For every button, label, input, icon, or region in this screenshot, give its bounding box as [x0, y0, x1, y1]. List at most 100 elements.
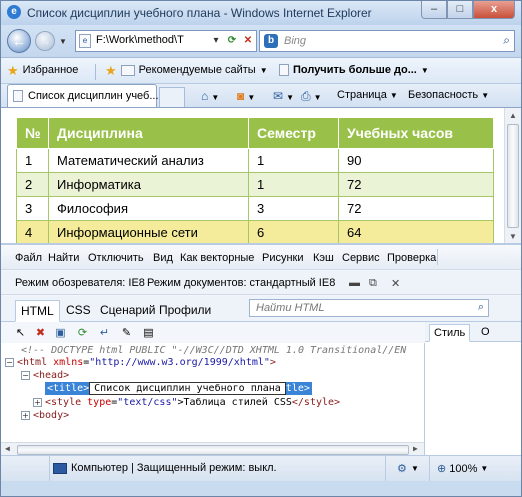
search-icon[interactable]: ⌕	[503, 33, 510, 48]
scroll-up-icon[interactable]: ▲	[508, 111, 518, 120]
scroll-right-icon[interactable]: ▶	[413, 444, 418, 453]
minimize-button[interactable]: –	[421, 1, 447, 19]
browser-mode-selector[interactable]: Режим обозревателя: IE8	[15, 277, 145, 289]
body-tag: <body>	[33, 410, 70, 421]
scroll-left-icon[interactable]: ◀	[5, 444, 10, 453]
home-button[interactable]: ⌂ ▼	[201, 89, 219, 103]
favorites-bar: ★ Избранное ★ Рекомендуемые сайты ▼ Полу…	[1, 57, 521, 83]
search-box[interactable]: b Bing ⌕	[259, 30, 515, 52]
security-zone[interactable]: Компьютер | Защищенный режим: выкл.	[53, 462, 277, 474]
menu-disable[interactable]: Отключить	[88, 252, 144, 264]
address-dropdown-icon[interactable]: ▾	[208, 33, 224, 49]
safety-menu[interactable]: Безопасность ▼	[408, 89, 489, 101]
menu-outline[interactable]: Как векторные	[180, 252, 254, 264]
browser-tab[interactable]: Список дисциплин учеб...	[7, 84, 159, 108]
tree-node-title[interactable]: <title> Список дисциплин учебного плана tl…	[45, 382, 312, 395]
cell-discipline: Философия	[48, 196, 249, 221]
refresh-icon[interactable]: ⟳	[224, 33, 240, 49]
new-tab-button[interactable]	[159, 87, 185, 107]
save-icon[interactable]: ▣	[53, 326, 68, 340]
tree-node-body[interactable]: + <body>	[21, 410, 69, 421]
tab-css[interactable]: CSS	[61, 300, 96, 322]
scrollbar-thumb[interactable]	[507, 124, 519, 228]
scrollbar-thumb[interactable]	[17, 445, 409, 455]
find-html-input[interactable]: Найти HTML	[256, 302, 324, 314]
menu-validate[interactable]: Проверка	[387, 252, 436, 264]
selected-title-node[interactable]: <title> Список дисциплин учебного плана tl…	[45, 382, 312, 395]
menu-view[interactable]: Вид	[153, 252, 173, 264]
tree-node-html[interactable]: − <html xmlns="http://www.w3.org/1999/xht…	[5, 357, 276, 368]
status-divider	[429, 456, 430, 482]
tree-node-doctype[interactable]: <!-- DOCTYPE html PUBLIC "-//W3C//DTD XH…	[21, 345, 406, 356]
dom-page-icon[interactable]: ▤	[141, 326, 156, 340]
history-dropdown-icon[interactable]: ▼	[59, 37, 67, 46]
feeds-button[interactable]: ◙ ▼	[237, 89, 255, 103]
maximize-button[interactable]: □	[447, 1, 473, 19]
scroll-down-icon[interactable]: ▼	[508, 232, 518, 241]
favorites-separator	[95, 64, 96, 80]
tree-node-style[interactable]: + <style type="text/css">Таблица стилей C…	[33, 397, 340, 408]
menu-find[interactable]: Найти	[48, 252, 79, 264]
find-html-box[interactable]: Найти HTML ⌕	[249, 299, 489, 317]
cell-hours: 64	[338, 220, 494, 245]
column-header-hours: Учебных часов	[338, 117, 494, 149]
expand-icon[interactable]: +	[33, 397, 42, 407]
doctype-text: <!-- DOCTYPE html PUBLIC "-//W3C//DTD XH…	[21, 345, 407, 356]
cell-number: 3	[16, 196, 49, 221]
computer-icon	[53, 462, 67, 474]
tab-profiler[interactable]: Профили	[154, 300, 216, 322]
tab-style[interactable]: Стиль	[429, 324, 471, 342]
zoom-icon: ⊕	[437, 463, 447, 475]
menu-images[interactable]: Рисунки	[262, 252, 304, 264]
address-bar[interactable]: e F:\Work\method\T ▾ ⟳ ✕	[75, 30, 257, 52]
zoom-control[interactable]: ⊕ 100% ▼	[437, 462, 488, 476]
tab-script[interactable]: Сценарий	[95, 300, 160, 322]
edit-icon[interactable]: ✎	[119, 326, 134, 340]
back-button[interactable]: ←	[7, 29, 31, 53]
menu-tools[interactable]: Сервис	[342, 252, 380, 264]
suggested-sites-button[interactable]: ★ Рекомендуемые сайты ▼	[105, 62, 268, 78]
popup-blocker-icon[interactable]: ⚙	[397, 462, 407, 475]
chevron-down-icon[interactable]: ▼	[411, 464, 419, 473]
print-button[interactable]: ⎙ ▼	[301, 89, 322, 104]
menu-file[interactable]: Файл	[15, 252, 42, 264]
search-input[interactable]: Bing	[284, 35, 306, 47]
devtools-menu-bar: Файл Найти Отключить Вид Как векторные Р…	[1, 245, 521, 270]
tree-node-head[interactable]: − <head>	[21, 370, 69, 381]
page-menu[interactable]: Страница ▼	[337, 89, 398, 101]
security-zone-label: Компьютер | Защищенный режим: выкл.	[71, 462, 277, 474]
tab-other[interactable]: О	[477, 324, 494, 342]
add-favorite-icon: ★	[105, 62, 117, 78]
forward-button[interactable]: →	[35, 31, 55, 51]
devtools-undock-icon[interactable]: ⧉	[369, 277, 377, 290]
get-more-addons-button[interactable]: Получить больше до... ▼	[279, 64, 429, 76]
menu-cache[interactable]: Кэш	[313, 252, 334, 264]
close-window-button[interactable]: x	[473, 1, 515, 19]
menu-separator	[437, 249, 438, 265]
tab-html[interactable]: HTML	[15, 300, 60, 322]
favorites-button[interactable]: ★ Избранное	[7, 64, 78, 77]
head-tag: <head>	[33, 370, 70, 381]
devtools-minimize-icon[interactable]: ▬	[349, 277, 360, 289]
word-wrap-icon[interactable]: ↵	[97, 326, 112, 340]
refresh-icon[interactable]: ⟳	[75, 326, 90, 340]
collapse-icon[interactable]: −	[21, 370, 30, 380]
page-icon: e	[79, 34, 91, 48]
search-icon[interactable]: ⌕	[478, 301, 484, 314]
page-vertical-scrollbar[interactable]: ▲ ▼	[504, 108, 521, 244]
title-bar: e Список дисциплин учебного плана - Wind…	[1, 1, 521, 25]
mail-button[interactable]: ✉ ▼	[273, 89, 294, 103]
table-row: 2 Информатика 1 72	[16, 172, 494, 197]
devtools-close-icon[interactable]: ✕	[391, 277, 400, 290]
collapse-icon[interactable]: −	[5, 357, 14, 367]
title-edit-field[interactable]: Список дисциплин учебного плана	[89, 382, 286, 395]
cell-discipline: Информатика	[48, 172, 249, 197]
style-tag: <style	[45, 397, 82, 408]
select-element-icon[interactable]: ↖	[13, 326, 28, 340]
stop-icon[interactable]: ✕	[240, 33, 256, 49]
expand-icon[interactable]: +	[21, 410, 30, 420]
document-mode-selector[interactable]: Режим документов: стандартный IE8	[147, 277, 335, 289]
clear-browser-cache-icon[interactable]: ✖	[33, 326, 48, 340]
address-input[interactable]: F:\Work\method\T	[96, 34, 206, 46]
html-dom-tree: <!-- DOCTYPE html PUBLIC "-//W3C//DTD XH…	[1, 343, 425, 457]
